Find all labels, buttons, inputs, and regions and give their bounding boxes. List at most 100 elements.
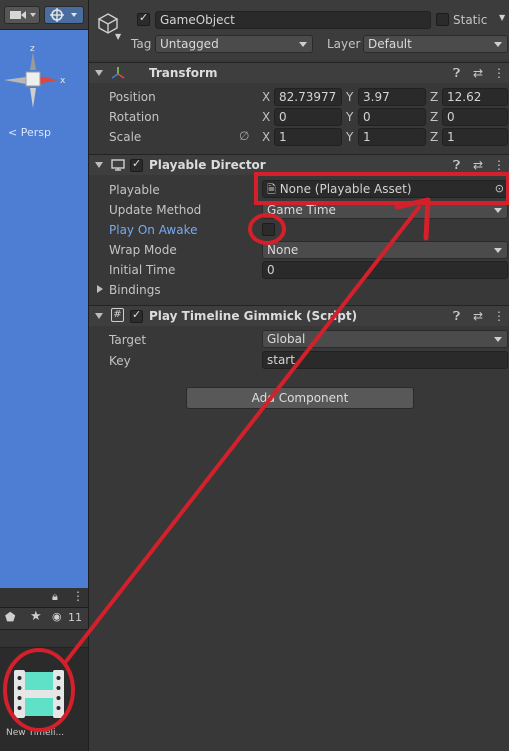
camera-button[interactable] [4,6,40,24]
static-dropdown-icon[interactable]: ▼ [499,13,505,22]
asset-file-icon: 🗎︎ [267,183,276,196]
foldout-arrow-icon[interactable] [97,285,103,293]
gizmo-z-label: z [30,44,35,54]
playable-row: Playable 🗎︎ None (Playable Asset) ⊙ [89,180,509,200]
gameobject-name-field[interactable]: GameObject [155,11,431,29]
project-header: 🔒︎ ⋮ [0,588,88,608]
presets-icon[interactable]: ⇄ [473,309,483,323]
presets-icon[interactable]: ⇄ [473,158,483,172]
axis-z-label[interactable]: Z [430,90,438,104]
gizmo-button[interactable] [44,6,84,24]
scale-y-field[interactable]: 1 [358,128,426,146]
constrain-proportions-icon[interactable]: ∅ [239,129,249,143]
wrap-mode-value: None [267,243,299,257]
axis-z-label[interactable]: Z [430,130,438,144]
initial-time-field[interactable]: 0 [262,261,508,279]
key-row: Key start [89,351,509,371]
favorite-star-icon[interactable]: ★ [30,609,42,624]
caret-down-icon [494,42,502,47]
play-on-awake-row: Play On Awake [89,220,509,240]
wrap-mode-dropdown[interactable]: None [262,241,508,259]
playable-object-field[interactable]: 🗎︎ None (Playable Asset) ⊙ [262,180,508,198]
initial-time-label: Initial Time [109,263,176,277]
presets-icon[interactable]: ⇄ [473,66,483,80]
foldout-arrow-icon[interactable] [95,313,103,319]
axis-x-label[interactable]: X [262,130,270,144]
key-field[interactable]: start [262,351,508,369]
project-asset-grid: New Timeli... [0,648,88,751]
script-component-title: Play Timeline Gimmick (Script) [149,309,358,323]
help-icon[interactable]: ❓︎ [453,66,460,81]
bindings-label[interactable]: Bindings [109,283,161,297]
caret-down-icon [494,208,502,213]
tag-label: Tag [131,37,152,51]
playable-value: None (Playable Asset) [279,182,412,196]
lock-icon[interactable]: 🔒︎ [52,590,58,604]
rotation-x-field[interactable]: 0 [274,108,342,126]
axis-y-label[interactable]: Y [346,130,353,144]
target-dropdown[interactable]: Global [262,330,508,348]
play-on-awake-checkbox[interactable] [262,223,275,236]
position-y-field[interactable]: 3.97 [358,88,426,106]
add-component-button[interactable]: Add Component [186,387,414,409]
caret-down-icon [494,337,502,342]
bindings-row[interactable]: Bindings [89,280,509,300]
foldout-arrow-icon[interactable] [95,162,103,168]
position-x-field[interactable]: 82.73977 [274,88,342,106]
tag-dropdown[interactable]: Untagged [155,35,313,53]
foldout-arrow-icon[interactable] [95,70,103,76]
layer-value: Default [368,37,412,51]
axis-y-label[interactable]: Y [346,90,353,104]
scale-x-field[interactable]: 1 [274,128,342,146]
static-checkbox[interactable] [436,13,449,26]
script-component-header[interactable]: # Play Timeline Gimmick (Script) ❓︎ ⇄ ⋮ [89,305,509,326]
crosshair-icon [50,8,77,22]
playable-director-enabled-checkbox[interactable] [130,157,143,172]
scale-z-field[interactable]: 1 [442,128,508,146]
key-label: Key [109,354,131,368]
static-label: Static [453,13,488,27]
help-icon[interactable]: ❓︎ [453,158,460,173]
scale-row: Scale ∅ X 1 Y 1 Z 1 [89,127,509,147]
chevron-down-icon[interactable]: ▼ [115,32,121,41]
timeline-asset[interactable] [12,666,66,722]
label-tag-icon[interactable]: ⬟ [5,610,15,624]
playable-director-icon [111,159,125,171]
caret-down-icon [494,248,502,253]
axis-z-label[interactable]: Z [430,110,438,124]
active-checkbox[interactable] [137,11,150,26]
project-subbar [0,630,88,648]
more-options-icon[interactable]: ⋮ [72,589,84,603]
axis-x-label[interactable]: X [262,110,270,124]
position-row: Position X 82.73977 Y 3.97 Z 12.62 [89,87,509,107]
gameobject-header: ▼ GameObject Static ▼ Tag Untagged Layer… [89,0,509,60]
component-menu-icon[interactable]: ⋮ [493,309,505,323]
scene-view[interactable]: z x < Persp [0,30,88,588]
script-enabled-checkbox[interactable] [130,308,143,323]
persp-label[interactable]: < Persp [8,126,51,139]
component-menu-icon[interactable]: ⋮ [493,66,505,80]
position-label: Position [109,90,156,104]
hidden-eye-icon[interactable]: ◉ [52,610,62,623]
playable-director-header[interactable]: Playable Director ❓︎ ⇄ ⋮ [89,154,509,175]
orientation-gizmo[interactable]: z x [0,38,88,128]
transform-title: Transform [149,66,218,80]
playable-label: Playable [109,183,160,197]
transform-header[interactable]: Transform ❓︎ ⇄ ⋮ [89,62,509,83]
axis-x-label[interactable]: X [262,90,270,104]
wrap-mode-label: Wrap Mode [109,243,177,257]
rotation-z-field[interactable]: 0 [442,108,508,126]
timeline-asset-label[interactable]: New Timeli... [6,728,64,738]
update-method-dropdown[interactable]: Game Time [262,201,508,219]
help-icon[interactable]: ❓︎ [453,309,460,324]
object-picker-icon[interactable]: ⊙ [495,181,504,197]
inspector-panel: ▼ GameObject Static ▼ Tag Untagged Layer… [88,0,509,751]
scale-label: Scale [109,130,142,144]
rotation-y-field[interactable]: 0 [358,108,426,126]
layer-dropdown[interactable]: Default [363,35,508,53]
axis-y-label[interactable]: Y [346,110,353,124]
component-menu-icon[interactable]: ⋮ [493,158,505,172]
caret-down-icon [299,42,307,47]
target-value: Global [267,332,306,346]
position-z-field[interactable]: 12.62 [442,88,508,106]
